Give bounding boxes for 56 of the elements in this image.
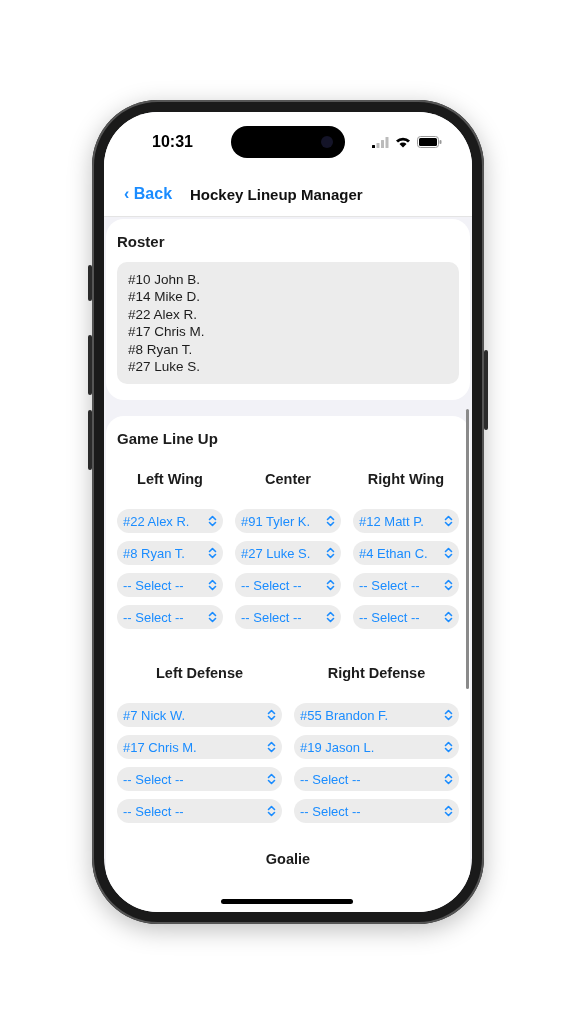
player-select[interactable]: -- Select -- xyxy=(235,573,341,597)
player-select[interactable]: #55 Brandon F. xyxy=(294,703,459,727)
player-select[interactable]: #7 Nick W. xyxy=(117,703,282,727)
player-select[interactable]: -- Select -- xyxy=(235,605,341,629)
player-select[interactable]: #22 Alex R. xyxy=(117,509,223,533)
chevron-up-down-icon xyxy=(267,709,276,721)
chevron-up-down-icon xyxy=(208,515,217,527)
chevron-up-down-icon xyxy=(326,515,335,527)
chevron-up-down-icon xyxy=(444,515,453,527)
chevron-up-down-icon xyxy=(326,547,335,559)
player-select[interactable]: -- Select -- xyxy=(117,605,223,629)
back-link[interactable]: ‹ Back xyxy=(124,185,173,203)
player-select[interactable]: #17 Chris M. xyxy=(117,735,282,759)
chevron-up-down-icon xyxy=(208,547,217,559)
player-select[interactable]: -- Select -- xyxy=(353,573,459,597)
side-button[interactable] xyxy=(88,265,92,301)
chevron-up-down-icon xyxy=(444,579,453,591)
player-select[interactable]: -- Select -- xyxy=(117,573,223,597)
card-title: Game Line Up xyxy=(117,430,219,447)
screen-title: Hockey Lineup Manager xyxy=(190,185,363,203)
chevron-up-down-icon xyxy=(444,709,453,721)
player-select[interactable]: #19 Jason L. xyxy=(294,735,459,759)
position-heading: Center xyxy=(264,471,312,487)
chevron-up-down-icon xyxy=(267,773,276,785)
chevron-up-down-icon xyxy=(326,611,335,623)
chevron-up-down-icon xyxy=(267,741,276,753)
player-select[interactable]: #12 Matt P. xyxy=(353,509,459,533)
card-title: Roster xyxy=(117,233,166,250)
chevron-up-down-icon xyxy=(208,611,217,623)
signal-icon xyxy=(372,136,389,148)
position-heading: Left Wing xyxy=(136,471,204,487)
status-time: 10:31 xyxy=(152,133,193,151)
position-heading: Left Defense xyxy=(155,665,244,681)
chevron-up-down-icon xyxy=(444,547,453,559)
player-select[interactable]: #8 Ryan T. xyxy=(117,541,223,565)
chevron-up-down-icon xyxy=(444,773,453,785)
position-heading: Right Defense xyxy=(326,665,427,681)
wifi-icon xyxy=(395,136,411,148)
player-select[interactable]: #91 Tyler K. xyxy=(235,509,341,533)
chevron-up-down-icon xyxy=(444,611,453,623)
player-select[interactable]: #4 Ethan C. xyxy=(353,541,459,565)
player-select[interactable]: -- Select -- xyxy=(117,767,282,791)
position-heading: Goalie xyxy=(264,851,312,867)
player-select[interactable]: #27 Luke S. xyxy=(235,541,341,565)
chevron-up-down-icon xyxy=(444,805,453,817)
chevron-up-down-icon xyxy=(267,805,276,817)
player-select[interactable]: -- Select -- xyxy=(294,799,459,823)
chevron-up-down-icon xyxy=(208,579,217,591)
position-heading: Right Wing xyxy=(366,471,446,487)
player-select[interactable]: -- Select -- xyxy=(353,605,459,629)
player-select[interactable]: -- Select -- xyxy=(294,767,459,791)
battery-icon xyxy=(417,136,442,148)
chevron-up-down-icon xyxy=(444,741,453,753)
chevron-up-down-icon xyxy=(326,579,335,591)
player-select[interactable]: -- Select -- xyxy=(117,799,282,823)
roster-text-area[interactable]: #10 John B. #14 Mike D. #22 Alex R. #17 Chris M. #8 Ryan T. #27 Luke S. xyxy=(117,262,459,384)
